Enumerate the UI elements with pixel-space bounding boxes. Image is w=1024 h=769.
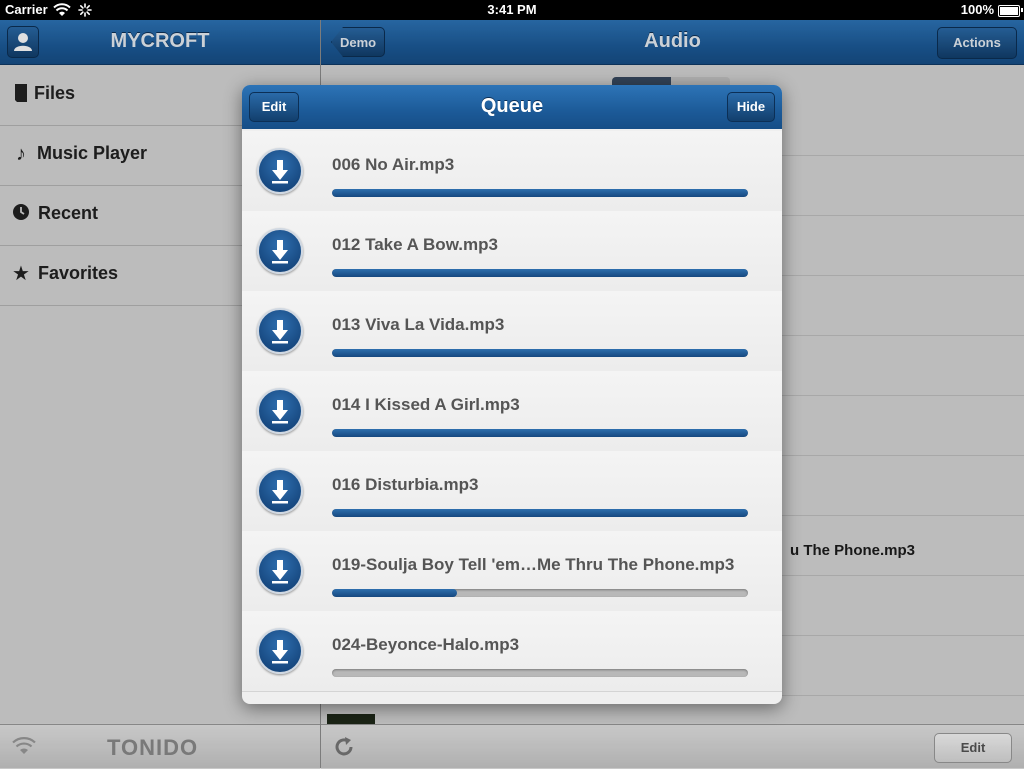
download-progress-fill xyxy=(332,429,748,437)
queue-title: Queue xyxy=(480,95,544,117)
download-progress-bar xyxy=(332,669,748,677)
queue-item[interactable]: 012 Take A Bow.mp3 xyxy=(242,211,782,292)
queue-item[interactable]: 006 No Air.mp3 xyxy=(242,131,782,212)
queue-item[interactable]: 024-Beyonce-Halo.mp3 xyxy=(242,611,782,692)
queue-item-name: 006 No Air.mp3 xyxy=(332,155,455,174)
queue-item[interactable]: 016 Disturbia.mp3 xyxy=(242,451,782,532)
status-bar: Carrier 3:41 PM 100% xyxy=(0,0,1024,20)
queue-list: 006 No Air.mp3 012 Take A Bow.mp3 013 Viva… xyxy=(242,131,782,704)
download-progress-fill xyxy=(332,349,748,357)
download-arrow-icon[interactable] xyxy=(257,628,303,674)
queue-item-name: 013 Viva La Vida.mp3 xyxy=(332,315,505,334)
queue-header: Edit Queue Hide xyxy=(242,85,782,129)
queue-popover: Edit Queue Hide 006 No Air.mp3 012 Take A… xyxy=(242,85,782,704)
download-progress-fill xyxy=(332,269,748,277)
download-arrow-icon[interactable] xyxy=(257,388,303,434)
download-progress-fill xyxy=(332,509,748,517)
download-arrow-icon[interactable] xyxy=(257,228,303,274)
queue-item-name: 016 Disturbia.mp3 xyxy=(332,475,479,494)
download-progress-bar xyxy=(332,269,748,277)
download-progress-bar xyxy=(332,509,748,517)
download-arrow-icon[interactable] xyxy=(257,308,303,354)
download-progress-bar xyxy=(332,189,748,197)
queue-item[interactable]: 019-Soulja Boy Tell 'em…Me Thru The Phon… xyxy=(242,531,782,612)
queue-hide-button[interactable]: Hide xyxy=(727,92,775,122)
download-arrow-icon[interactable] xyxy=(257,468,303,514)
download-progress-bar xyxy=(332,429,748,437)
download-progress-fill xyxy=(332,589,457,597)
queue-item[interactable]: 013 Viva La Vida.mp3 xyxy=(242,291,782,372)
queue-item-name: 024-Beyonce-Halo.mp3 xyxy=(332,635,520,654)
queue-item-name: 014 I Kissed A Girl.mp3 xyxy=(332,395,520,414)
battery-icon xyxy=(998,5,1020,17)
download-progress-bar xyxy=(332,589,748,597)
download-arrow-icon[interactable] xyxy=(257,148,303,194)
queue-item[interactable]: 014 I Kissed A Girl.mp3 xyxy=(242,371,782,452)
queue-item-name: 019-Soulja Boy Tell 'em…Me Thru The Phon… xyxy=(332,555,735,574)
download-progress-fill xyxy=(332,189,748,197)
download-arrow-icon[interactable] xyxy=(257,548,303,594)
queue-item-name: 012 Take A Bow.mp3 xyxy=(332,235,498,254)
download-progress-bar xyxy=(332,349,748,357)
battery-percent: 100% xyxy=(960,2,994,17)
clock-time: 3:41 PM xyxy=(487,2,537,17)
